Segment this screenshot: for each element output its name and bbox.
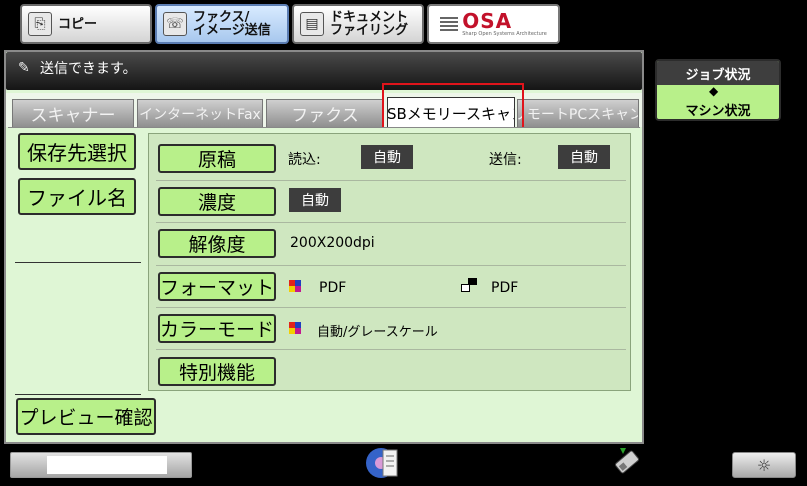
copy-icon: ⎘ <box>28 12 52 36</box>
resolution-value: 200X200dpi <box>290 235 375 251</box>
send-value: 自動 <box>558 145 610 169</box>
osa-logo-sub: Sharp Open Systems Architecture <box>462 31 547 37</box>
color-format-icon <box>289 280 301 292</box>
osa-logo: OSA Sharp Open Systems Architecture <box>440 11 547 37</box>
destination-select-button[interactable]: 保存先選択 <box>18 133 136 170</box>
row-divider <box>156 349 626 350</box>
osa-logo-text: OSA <box>462 9 513 33</box>
special-modes-button[interactable]: 特別機能 <box>158 357 276 386</box>
tab-fax[interactable]: ファクス <box>266 99 384 127</box>
fax-image-label-line2: イメージ送信 <box>193 23 271 38</box>
read-value: 自動 <box>361 145 413 169</box>
doc-filing-label-line2: ファイリング <box>330 23 409 38</box>
preview-button[interactable]: プレビュー確認 <box>16 398 156 435</box>
osa-button[interactable]: OSA Sharp Open Systems Architecture <box>427 4 560 44</box>
document-filing-label: ドキュメント ファイリング <box>330 11 408 37</box>
resolution-button[interactable]: 解像度 <box>158 229 276 258</box>
document-filing-mode-button[interactable]: ▤ ドキュメント ファイリング <box>292 4 424 44</box>
bottom-field[interactable] <box>10 452 192 478</box>
filename-button[interactable]: ファイル名 <box>18 178 136 215</box>
format-button[interactable]: フォーマット <box>158 272 276 301</box>
tab-internet-fax[interactable]: インターネットFax <box>137 99 263 127</box>
status-bar: ✎ 送信できます。 <box>6 52 642 90</box>
usb-device-icon[interactable] <box>610 446 644 478</box>
copy-mode-button[interactable]: ⎘ コピー <box>20 4 152 44</box>
color-format-value: PDF <box>319 280 347 296</box>
divider <box>15 394 141 395</box>
toggle-arrow-icon: ◆ <box>709 84 719 98</box>
row-divider <box>156 265 626 266</box>
row-divider <box>156 222 626 223</box>
divider <box>15 262 141 263</box>
original-button[interactable]: 原稿 <box>158 144 276 173</box>
color-mode-button[interactable]: カラーモード <box>158 314 276 343</box>
row-divider <box>156 180 626 181</box>
status-message: 送信できます。 <box>40 61 137 77</box>
exposure-value: 自動 <box>289 188 341 212</box>
read-label: 読込: <box>288 152 321 168</box>
color-mode-icon <box>289 322 301 334</box>
stored-data-icon[interactable] <box>365 446 403 480</box>
tab-scanner[interactable]: スキャナー <box>12 99 134 127</box>
row-divider <box>156 307 626 308</box>
job-status-button[interactable]: ジョブ状況 ◆ マシン状況 <box>655 59 781 121</box>
osa-bars-icon <box>440 17 459 31</box>
pencil-icon: ✎ <box>18 60 30 76</box>
job-status-label: ジョブ状況 <box>657 61 779 85</box>
bw-format-value: PDF <box>491 280 519 296</box>
fax-icon: ☏ <box>163 12 187 36</box>
send-label: 送信: <box>489 152 522 168</box>
copy-mode-label: コピー <box>58 16 98 32</box>
color-mode-value: 自動/グレースケール <box>317 325 438 340</box>
bw-format-icon <box>461 278 477 292</box>
document-filing-icon: ▤ <box>300 12 324 36</box>
brightness-icon: ☼ <box>756 455 772 475</box>
fax-image-send-mode-button[interactable]: ☏ ファクス/ イメージ送信 <box>155 4 289 44</box>
exposure-button[interactable]: 濃度 <box>158 187 276 216</box>
bottom-field-inner <box>47 456 167 474</box>
fax-image-send-label: ファクス/ イメージ送信 <box>193 11 271 37</box>
tab-remote-pc-scan[interactable]: リモートPCスキャン <box>517 99 639 127</box>
machine-status-label: マシン状況 <box>685 103 751 119</box>
brightness-button[interactable]: ☼ <box>732 452 796 478</box>
